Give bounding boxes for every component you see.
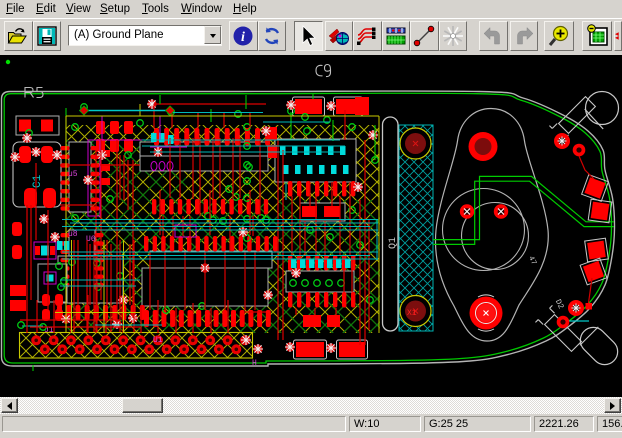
svg-text:u5: u5 <box>68 170 78 179</box>
svg-text:H: H <box>252 359 257 368</box>
svg-text:Q1: Q1 <box>388 237 399 249</box>
svg-text:i: i <box>241 30 245 45</box>
svg-text:C1: C1 <box>32 174 44 188</box>
svg-text:u8: u8 <box>68 230 78 239</box>
svg-text:U1: U1 <box>153 336 163 345</box>
svg-text:X1: X1 <box>407 309 417 318</box>
